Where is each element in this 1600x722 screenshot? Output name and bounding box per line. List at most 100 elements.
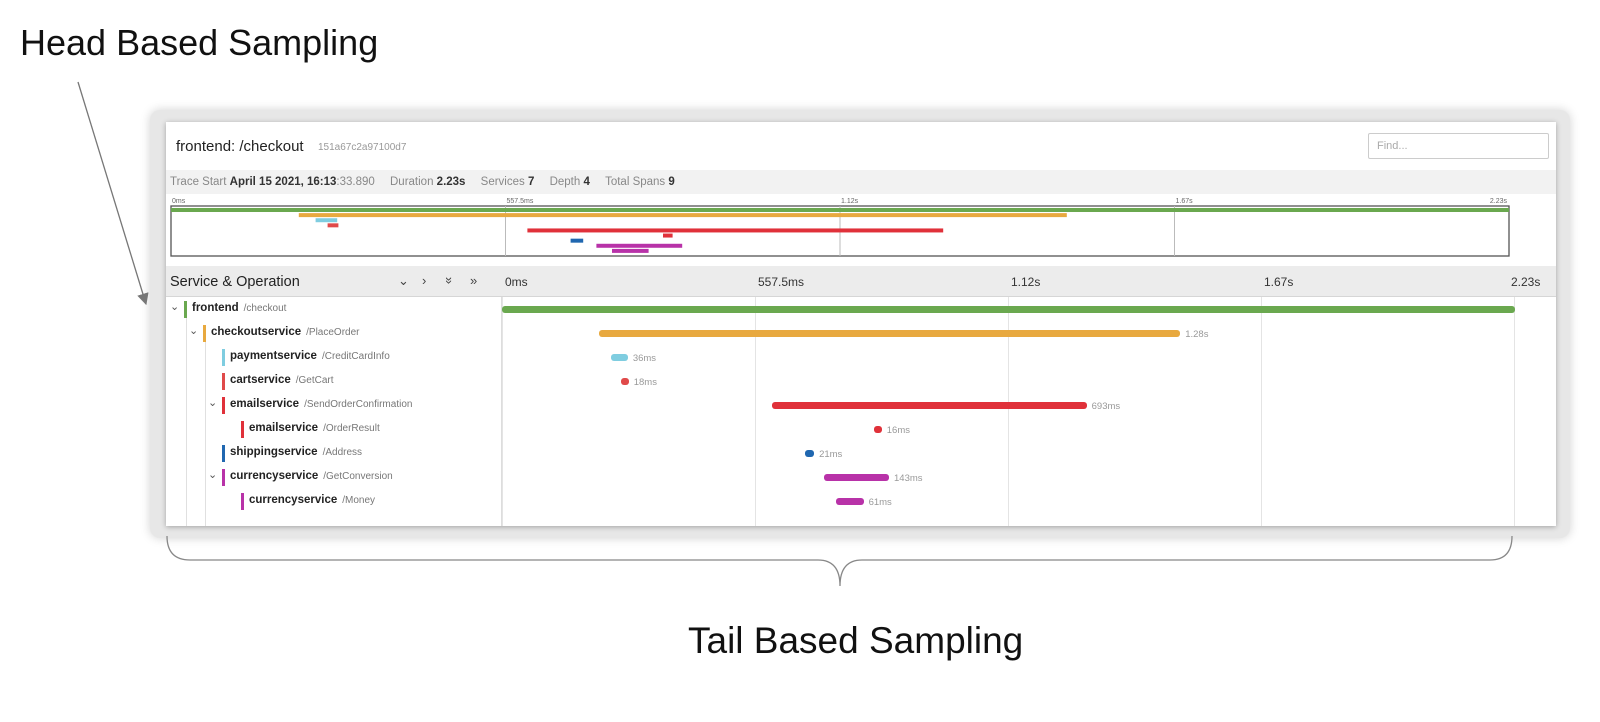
span-duration-label: 21ms — [819, 449, 843, 460]
service-color-marker — [203, 325, 206, 342]
head-sampling-arrow — [77, 81, 149, 306]
expand-one-icon[interactable]: › — [422, 273, 426, 288]
span-duration-bar[interactable] — [502, 306, 1515, 313]
chevron-down-icon[interactable]: ⌄ — [170, 300, 179, 313]
span-duration-bar[interactable] — [620, 378, 629, 385]
span-duration-label: 18ms — [633, 377, 657, 388]
minimap-span-bar — [663, 233, 673, 238]
chevron-down-icon[interactable]: ⌄ — [208, 468, 217, 481]
span-duration-label: 16ms — [886, 425, 910, 436]
trace-id: 151a67c2a97100d7 — [318, 142, 407, 153]
minimap-span-bar — [171, 208, 1509, 212]
service-name[interactable]: currencyservice/GetConversion — [230, 470, 393, 482]
service-name[interactable]: frontend/checkout — [192, 302, 286, 314]
span-row[interactable]: ⌄ currencyservice/GetConversion 143ms — [166, 465, 1556, 489]
services-value: 7 — [527, 176, 535, 188]
operation-name: /Address — [322, 447, 363, 458]
trace-view-window: frontend: /checkout 151a67c2a97100d7 Tra… — [166, 122, 1556, 526]
operation-name: /CreditCardInfo — [321, 351, 390, 362]
depth-label: Depth — [549, 176, 581, 188]
duration-label: Duration — [390, 176, 434, 188]
find-input[interactable] — [1368, 133, 1549, 159]
service-name[interactable]: cartservice/GetCart — [230, 374, 334, 386]
collapse-one-icon[interactable]: ⌄ — [398, 273, 409, 289]
operation-name: /GetConversion — [323, 471, 393, 482]
trace-summary-bar: Trace Start April 15 2021, 16:13:33.890 … — [166, 170, 1556, 194]
span-duration-label: 1.28s — [1185, 329, 1209, 340]
trace-title: frontend: /checkout — [176, 138, 304, 155]
total-spans-label: Total Spans — [605, 176, 666, 188]
service-name[interactable]: emailservice/SendOrderConfirmation — [230, 398, 412, 410]
trace-start-value: April 15 2021, 16:13 — [229, 176, 337, 188]
span-duration-bar[interactable] — [598, 330, 1181, 337]
minimap-span-bar — [596, 243, 683, 248]
service-color-marker — [222, 397, 225, 414]
timeline-header: Service & Operation ⌄ › » » 0ms 557.5ms … — [166, 266, 1556, 297]
tail-based-sampling-label: Tail Based Sampling — [688, 620, 1024, 661]
service-color-marker — [222, 373, 225, 390]
minimap-span-bar — [315, 218, 338, 223]
span-row[interactable]: ⌄ emailservice/SendOrderConfirmation 693ms — [166, 393, 1556, 417]
tail-sampling-brace — [166, 535, 1513, 587]
timeline-tick-1: 557.5ms — [758, 275, 805, 289]
service-name[interactable]: shippingservice/Address — [230, 446, 362, 458]
service-color-marker — [222, 349, 225, 366]
span-duration-label: 61ms — [868, 497, 892, 508]
minimap-span-bar — [527, 228, 944, 233]
expand-all-icon[interactable]: » — [470, 273, 477, 288]
minimap-span-bar — [327, 223, 339, 228]
timeline-tick-4: 2.23s — [1511, 275, 1541, 289]
minimap-canvas[interactable]: 0ms 557.5ms 1.12s 1.67s 2.23s — [166, 194, 1556, 264]
span-rows: ⌄ frontend/checkout ⌄ checkoutservice/Place… — [166, 297, 1556, 526]
trace-start-ms: :33.890 — [336, 176, 375, 188]
depth-value: 4 — [583, 176, 590, 188]
operation-name: /OrderResult — [323, 423, 380, 434]
service-name[interactable]: emailservice/OrderResult — [249, 422, 380, 434]
service-color-marker — [222, 469, 225, 486]
services-label: Services — [480, 176, 525, 188]
span-duration-bar[interactable] — [835, 498, 864, 505]
span-duration-bar[interactable] — [611, 354, 628, 361]
trace-start-label: Trace Start — [170, 176, 227, 188]
operation-name: /SendOrderConfirmation — [304, 399, 413, 410]
span-duration-label: 693ms — [1091, 401, 1121, 412]
operation-name: /GetCart — [295, 375, 334, 386]
span-row[interactable]: paymentservice/CreditCardInfo 36ms — [166, 345, 1556, 369]
chevron-down-icon[interactable]: ⌄ — [208, 396, 217, 409]
span-duration-bar[interactable] — [804, 450, 815, 457]
span-row[interactable]: ⌄ frontend/checkout — [166, 297, 1556, 321]
trace-minimap[interactable]: 0ms 557.5ms 1.12s 1.67s 2.23s — [166, 194, 1556, 264]
operation-name: /checkout — [243, 303, 287, 314]
service-operation-column-title: Service & Operation — [170, 274, 300, 290]
operation-name: /PlaceOrder — [306, 327, 360, 338]
service-name[interactable]: currencyservice/Money — [249, 494, 375, 506]
service-color-marker — [222, 445, 225, 462]
minimap-tick-label: 1.67s — [1176, 198, 1194, 205]
duration-value: 2.23s — [436, 176, 466, 188]
minimap-tick-label: 2.23s — [1490, 198, 1508, 205]
span-row[interactable]: currencyservice/Money 61ms — [166, 489, 1556, 513]
span-row[interactable]: cartservice/GetCart 18ms — [166, 369, 1556, 393]
service-color-marker — [241, 421, 244, 438]
service-name[interactable]: checkoutservice/PlaceOrder — [211, 326, 360, 338]
span-duration-bar[interactable] — [771, 402, 1087, 409]
span-row[interactable]: ⌄ checkoutservice/PlaceOrder 1.28s — [166, 321, 1556, 345]
span-duration-label: 143ms — [894, 473, 923, 484]
collapse-all-icon[interactable]: » — [442, 277, 457, 284]
minimap-tick-label: 1.12s — [841, 198, 859, 205]
service-color-marker — [241, 493, 244, 510]
minimap-tick-label: 557.5ms — [507, 198, 534, 205]
total-spans-value: 9 — [668, 176, 675, 188]
head-based-sampling-label: Head Based Sampling — [20, 22, 379, 63]
operation-name: /Money — [342, 495, 376, 506]
service-color-marker — [184, 301, 187, 318]
span-row[interactable]: emailservice/OrderResult 16ms — [166, 417, 1556, 441]
chevron-down-icon[interactable]: ⌄ — [189, 324, 198, 337]
service-name[interactable]: paymentservice/CreditCardInfo — [230, 350, 390, 362]
minimap-span-bar — [298, 213, 1067, 218]
span-duration-bar[interactable] — [874, 426, 882, 433]
timeline-tick-2: 1.12s — [1011, 275, 1041, 289]
span-row[interactable]: shippingservice/Address 21ms — [166, 441, 1556, 465]
timeline-tick-3: 1.67s — [1264, 275, 1294, 289]
span-duration-bar[interactable] — [824, 474, 890, 481]
